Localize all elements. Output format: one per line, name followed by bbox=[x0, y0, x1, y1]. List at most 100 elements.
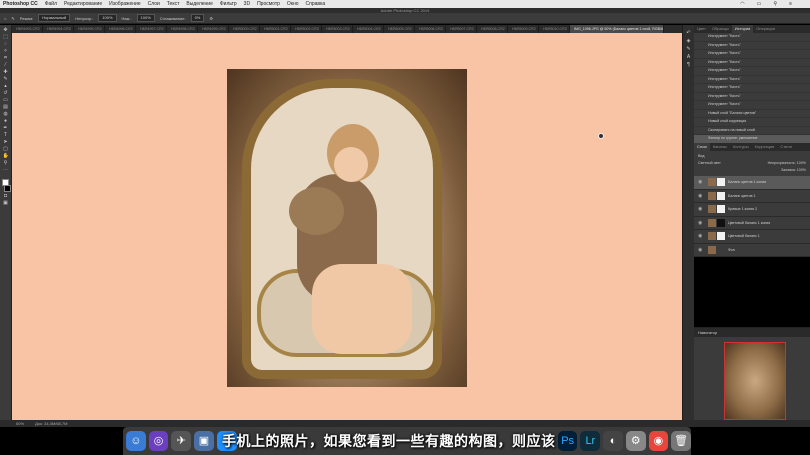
background-color-swatch[interactable] bbox=[4, 185, 11, 192]
tab-styles[interactable]: Стили bbox=[777, 143, 795, 151]
gradient-tool-icon[interactable]: ▤ bbox=[3, 105, 9, 110]
tab-adjustments[interactable]: Коррекция bbox=[752, 143, 778, 151]
menu-select[interactable]: Выделение bbox=[186, 0, 213, 8]
history-item[interactable]: Инструмент "Кисть" bbox=[694, 50, 810, 59]
layer-row[interactable]: ◉ Фон bbox=[694, 244, 810, 257]
tab-active-doc[interactable]: IMG_1096.JPG @ 50% (Баланс цветов 1 слой… bbox=[570, 25, 664, 33]
eye-icon[interactable]: ◉ bbox=[698, 203, 702, 216]
tab-doc[interactable]: НБЯ5005.CR2 bbox=[384, 25, 415, 33]
blur-tool-icon[interactable]: ◍ bbox=[3, 112, 9, 117]
tab-history[interactable]: История bbox=[731, 25, 754, 33]
home-icon[interactable]: ⌂ bbox=[4, 16, 6, 21]
menu-type[interactable]: Текст bbox=[167, 0, 180, 8]
blend-mode-select[interactable]: Светлый свет bbox=[698, 160, 721, 167]
mode-select[interactable]: Нормальный bbox=[38, 14, 71, 22]
menu-view[interactable]: Просмотр bbox=[257, 0, 280, 8]
menu-edit[interactable]: Редактирование bbox=[64, 0, 102, 8]
navigator-preview[interactable] bbox=[724, 342, 786, 420]
brush-tool-icon[interactable]: ✎ bbox=[11, 16, 14, 21]
search-icon[interactable]: ⚲ bbox=[773, 0, 777, 8]
eye-icon[interactable]: ◉ bbox=[698, 217, 702, 230]
tab-doc[interactable]: НБЯ5003.CR2 bbox=[322, 25, 353, 33]
hand-tool-icon[interactable]: ✋ bbox=[3, 154, 9, 159]
tab-layers[interactable]: Слои bbox=[694, 143, 710, 151]
tab-channels[interactable]: Каналы bbox=[710, 143, 730, 151]
history-item[interactable]: Новый слой "Баланс цветов" bbox=[694, 110, 810, 118]
healing-tool-icon[interactable]: ✚ bbox=[3, 70, 9, 75]
layer-row[interactable]: ◉ Баланс цветов 1 копия bbox=[694, 176, 810, 190]
tab-doc[interactable]: НБЯ4993.CR2 bbox=[12, 25, 43, 33]
opacity-field[interactable]: 100% bbox=[98, 14, 117, 22]
eye-icon[interactable]: ◉ bbox=[698, 230, 702, 243]
layer-opacity-field[interactable]: Непрозрачность: 100% bbox=[768, 160, 806, 167]
eye-icon[interactable]: ◉ bbox=[698, 176, 702, 189]
history-item[interactable]: Инструмент "Кисть" bbox=[694, 33, 810, 42]
launchpad-icon[interactable]: ✈ bbox=[171, 431, 192, 451]
tab-doc[interactable]: НБЯ4995.CR2 bbox=[74, 25, 105, 33]
menu-window[interactable]: Окно bbox=[287, 0, 299, 8]
layer-row[interactable]: ◉ Цветовой баланс 1 копия bbox=[694, 217, 810, 230]
history-item[interactable]: Инструмент "Кисть" bbox=[694, 42, 810, 50]
brush-tool-icon[interactable]: ✎ bbox=[3, 77, 9, 82]
tab-doc[interactable]: НБЯ5000.CR2 bbox=[229, 25, 260, 33]
shape-tool-icon[interactable]: ▢ bbox=[3, 147, 9, 152]
menu-image[interactable]: Изображение bbox=[109, 0, 141, 8]
quicktime-icon[interactable]: ◐ bbox=[603, 431, 623, 451]
path-select-icon[interactable]: ➤ bbox=[3, 140, 9, 145]
properties-panel-icon[interactable]: ◈ bbox=[686, 39, 692, 44]
history-item[interactable]: Инструмент "Кисть" bbox=[694, 93, 810, 101]
stamp-tool-icon[interactable]: ▴ bbox=[3, 84, 9, 89]
dodge-tool-icon[interactable]: ● bbox=[3, 119, 9, 124]
battery-icon[interactable]: ▭ bbox=[757, 0, 762, 8]
tab-doc[interactable]: НБЯ5007.CR2 bbox=[446, 25, 477, 33]
lasso-tool-icon[interactable]: ◌ bbox=[3, 42, 9, 47]
layer-row[interactable]: ◉ Кривые 1 копия 2 bbox=[694, 203, 810, 217]
tab-doc[interactable]: НБЯ5001.CR2 bbox=[260, 25, 291, 33]
history-item[interactable]: Инструмент "Кисть" bbox=[694, 76, 810, 84]
tab-doc[interactable]: НБЯ5010.CR2 bbox=[539, 25, 570, 33]
history-item[interactable]: Скопировать на новый слой bbox=[694, 127, 810, 135]
tab-paths[interactable]: Контуры bbox=[730, 143, 752, 151]
tab-color[interactable]: Цвет bbox=[694, 25, 709, 33]
smoothing-field[interactable]: 0% bbox=[190, 14, 205, 22]
lightroom-icon[interactable]: Lr bbox=[580, 431, 601, 451]
layer-filter[interactable]: Вид bbox=[698, 153, 806, 160]
history-item[interactable]: Новый слой коррекции bbox=[694, 118, 810, 127]
move-tool-icon[interactable]: ✥ bbox=[3, 28, 9, 33]
brush-panel-icon[interactable]: ✎ bbox=[686, 47, 692, 52]
menu-file[interactable]: Файл bbox=[45, 0, 57, 8]
doc-size[interactable]: Док: 34,3M/68,7M bbox=[35, 421, 67, 426]
screen-mode-icon[interactable]: ▣ bbox=[3, 201, 9, 206]
tab-doc[interactable]: НБЯ4996.CR2 bbox=[105, 25, 136, 33]
type-tool-icon[interactable]: T bbox=[3, 133, 9, 138]
pen-tool-icon[interactable]: ✒ bbox=[3, 126, 9, 131]
history-item[interactable]: Инструмент "Кисть" bbox=[694, 84, 810, 93]
tab-doc[interactable]: НБЯ4994.CR2 bbox=[43, 25, 74, 33]
document-canvas[interactable] bbox=[12, 33, 682, 420]
finder-icon[interactable]: ☺ bbox=[126, 431, 146, 451]
more-tools-icon[interactable]: ⋯ bbox=[3, 168, 9, 173]
system-preferences-icon[interactable]: ⚙ bbox=[625, 431, 646, 451]
tab-doc[interactable]: НБЯ4999.CR2 bbox=[198, 25, 229, 33]
photoshop-icon[interactable]: Ps bbox=[557, 431, 578, 451]
menu-filter[interactable]: Фильтр bbox=[220, 0, 237, 8]
flow-field[interactable]: 100% bbox=[136, 14, 155, 22]
tab-doc[interactable]: НБЯ5009.CR2 bbox=[508, 25, 539, 33]
menu-layers[interactable]: Слои bbox=[148, 0, 160, 8]
tab-doc[interactable]: НБЯ4997.CR2 bbox=[136, 25, 167, 33]
eye-icon[interactable]: ◉ bbox=[698, 190, 702, 203]
marquee-tool-icon[interactable]: ⬚ bbox=[3, 35, 9, 40]
menu-help[interactable]: Справка bbox=[306, 0, 326, 8]
tab-actions[interactable]: Операции bbox=[753, 25, 778, 33]
eye-icon[interactable]: ◉ bbox=[698, 244, 702, 257]
history-panel-icon[interactable]: ↶ bbox=[686, 31, 692, 36]
siri-icon[interactable]: ◎ bbox=[148, 431, 169, 451]
app-menu[interactable]: Photoshop CC bbox=[3, 0, 38, 8]
quick-mask-icon[interactable]: ◘ bbox=[3, 194, 9, 199]
history-item[interactable]: Инструмент "Кисть" bbox=[694, 59, 810, 67]
chrome-icon[interactable]: ◉ bbox=[648, 431, 669, 451]
layer-fill-field[interactable]: Заливка: 100% bbox=[698, 167, 806, 174]
history-brush-icon[interactable]: ↺ bbox=[3, 91, 9, 96]
history-item[interactable]: Инструмент "Кисть" bbox=[694, 67, 810, 76]
layer-row[interactable]: ◉ Цветовой баланс 1 bbox=[694, 230, 810, 244]
